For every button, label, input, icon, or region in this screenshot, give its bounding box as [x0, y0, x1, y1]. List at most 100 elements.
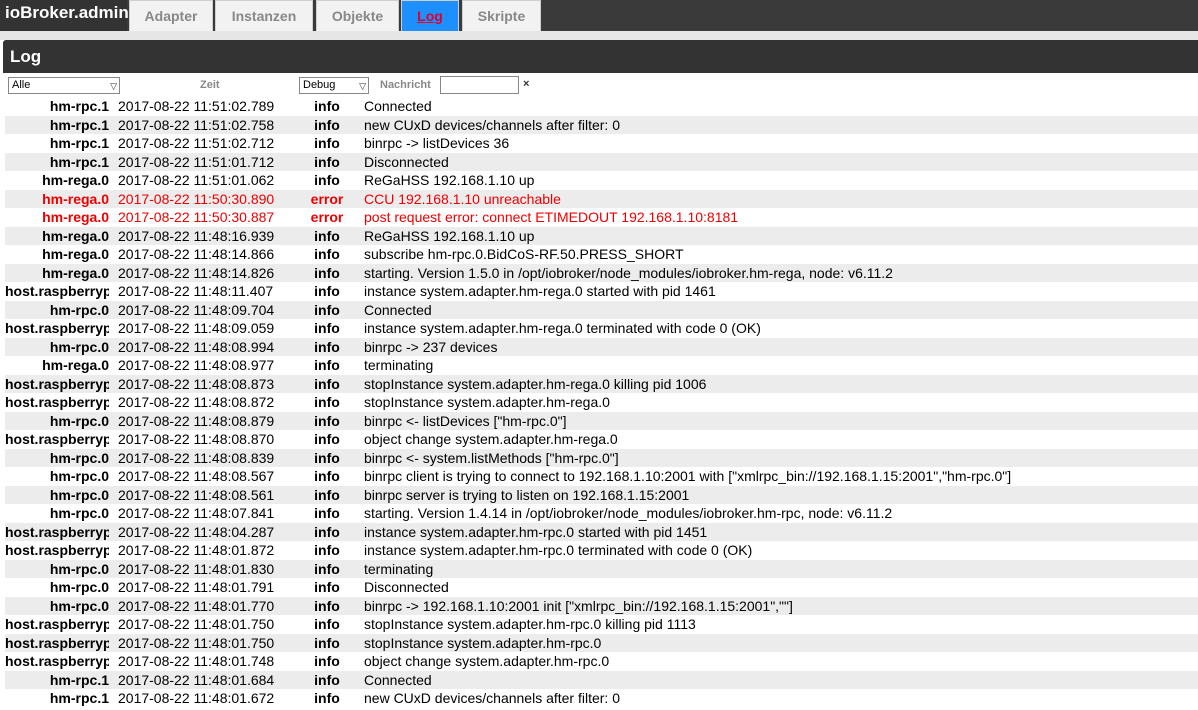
log-message: Connected [364, 671, 432, 688]
log-source: hm-rega.0 [42, 246, 109, 262]
log-row: host.raspberryp 2017-08-22 11:48:01.750 in… [5, 615, 1198, 634]
source-filter-value: Alle [12, 79, 31, 91]
tab-log[interactable]: Log [401, 0, 459, 31]
log-row: hm-rpc.0 2017-08-22 11:48:08.567 info binrp… [5, 467, 1198, 486]
log-source: hm-rpc.1 [49, 135, 109, 151]
log-message: binrpc client is trying to connect to 19… [364, 468, 1012, 484]
log-message: binrpc -> 192.168.1.10:2001 init ["xmlrp… [364, 597, 793, 614]
message-filter-input[interactable] [440, 76, 519, 94]
log-message: binrpc -> listDevices 36 [364, 135, 510, 151]
log-severity: info [314, 634, 340, 651]
log-time: 2017-08-22 11:48:01.791 [118, 579, 275, 595]
log-source: hm-rpc.0 [49, 412, 109, 429]
log-source: host.raspberryp [5, 653, 109, 669]
message-filter-label: Nachricht [380, 79, 431, 91]
log-row: hm-rpc.0 2017-08-22 11:48:01.770 info binrp… [5, 596, 1198, 615]
log-message: new CUxD devices/channels after filter: … [364, 690, 620, 706]
log-source: hm-rpc.0 [49, 338, 109, 355]
log-message: subscribe hm-rpc.0.BidCoS-RF.50.PRESS_SH… [364, 246, 684, 262]
log-time: 2017-08-22 11:48:08.870 [118, 431, 275, 447]
log-message: instance system.adapter.hm-rpc.0 started… [364, 523, 708, 540]
log-time: 2017-08-22 11:48:11.407 [118, 283, 274, 299]
log-time: 2017-08-22 11:51:01.062 [118, 172, 275, 188]
log-time: 2017-08-22 11:48:09.704 [118, 301, 275, 318]
log-row: host.raspberryp 2017-08-22 11:48:11.407 in… [5, 282, 1198, 301]
log-severity: info [314, 690, 340, 706]
log-message: instance system.adapter.hm-rega.0 termin… [364, 320, 761, 336]
log-source: hm-rpc.0 [49, 301, 109, 318]
tab-skripte[interactable]: Skripte [462, 0, 541, 31]
log-severity: info [314, 116, 340, 133]
log-source: host.raspberryp [5, 431, 109, 447]
log-time: 2017-08-22 11:48:08.994 [118, 338, 275, 355]
log-time: 2017-08-22 11:48:08.873 [118, 375, 275, 392]
log-source: hm-rpc.1 [49, 690, 109, 706]
tab-adapter[interactable]: Adapter [129, 0, 213, 31]
log-row: host.raspberryp 2017-08-22 11:48:08.870 in… [5, 430, 1198, 449]
log-source: host.raspberryp [5, 542, 109, 558]
log-row: host.raspberryp 2017-08-22 11:48:01.872 in… [5, 541, 1198, 560]
log-time: 2017-08-22 11:48:16.939 [118, 227, 275, 244]
log-row: hm-rpc.0 2017-08-22 11:48:08.839 info binrp… [5, 448, 1198, 467]
log-message: Connected [364, 301, 432, 318]
log-severity: info [314, 172, 340, 188]
log-time: 2017-08-22 11:51:02.712 [118, 135, 275, 151]
log-message: binrpc <- system.listMethods ["hm-rpc.0"… [364, 449, 619, 466]
log-time: 2017-08-22 11:48:07.841 [118, 505, 275, 521]
log-source: hm-rpc.1 [49, 671, 109, 688]
log-filter-row: Alle ▽ Zeit Debug ▽ Nachricht × [5, 73, 1198, 97]
log-row: host.raspberryp 2017-08-22 11:48:04.287 in… [5, 522, 1198, 541]
log-severity: info [314, 283, 340, 299]
log-severity: info [314, 227, 340, 244]
log-time: 2017-08-22 11:48:01.750 [118, 634, 275, 651]
log-source: hm-rpc.0 [49, 597, 109, 614]
log-severity: info [314, 505, 340, 521]
log-severity: info [314, 616, 340, 632]
log-row: hm-rega.0 2017-08-22 11:48:08.977 info term… [5, 356, 1198, 375]
log-source: host.raspberryp [5, 283, 109, 299]
log-time: 2017-08-22 11:51:02.758 [118, 116, 275, 133]
tab-objekte[interactable]: Objekte [316, 0, 399, 31]
log-time: 2017-08-22 11:48:01.770 [118, 597, 275, 614]
log-severity: info [314, 523, 340, 540]
log-time: 2017-08-22 11:48:01.830 [118, 560, 275, 577]
log-source: hm-rpc.0 [49, 486, 109, 503]
log-severity: info [314, 375, 340, 392]
chevron-down-icon: ▽ [359, 81, 366, 91]
log-message: terminating [364, 357, 434, 373]
log-source: hm-rega.0 [42, 264, 109, 281]
top-navigation-bar: ioBroker.admin Adapter Instanzen Objekte… [0, 0, 1198, 31]
log-row: hm-rpc.1 2017-08-22 11:51:02.758 info new C… [5, 115, 1198, 134]
log-message: object change system.adapter.hm-rpc.0 [364, 653, 610, 669]
tab-instanzen[interactable]: Instanzen [215, 0, 313, 31]
log-time: 2017-08-22 11:50:30.890 [118, 190, 275, 207]
log-row: host.raspberryp 2017-08-22 11:48:01.748 in… [5, 652, 1198, 671]
log-time: 2017-08-22 11:51:01.712 [118, 153, 275, 170]
log-severity: info [314, 542, 340, 558]
log-row: host.raspberryp 2017-08-22 11:48:08.873 in… [5, 374, 1198, 393]
log-time: 2017-08-22 11:48:08.839 [118, 449, 275, 466]
log-row: hm-rega.0 2017-08-22 11:48:16.939 info ReGa… [5, 226, 1198, 245]
log-severity: info [314, 394, 340, 410]
level-filter-select[interactable]: Debug ▽ [299, 77, 369, 94]
log-time: 2017-08-22 11:48:01.748 [118, 653, 275, 669]
log-source: host.raspberryp [5, 375, 109, 392]
log-severity: info [314, 338, 340, 355]
log-message: instance system.adapter.hm-rpc.0 termina… [364, 542, 753, 558]
log-message: Connected [364, 98, 432, 114]
chevron-down-icon: ▽ [110, 81, 117, 91]
log-source: host.raspberryp [5, 616, 109, 632]
log-severity: info [314, 412, 340, 429]
log-message: Disconnected [364, 579, 449, 595]
log-row: hm-rpc.0 2017-08-22 11:48:08.561 info binrp… [5, 485, 1198, 504]
log-time: 2017-08-22 11:51:02.789 [118, 98, 275, 114]
log-message: post request error: connect ETIMEDOUT 19… [364, 209, 739, 225]
log-message: stopInstance system.adapter.hm-rpc.0 [364, 634, 602, 651]
log-severity: error [310, 190, 344, 207]
clear-filter-icon[interactable]: × [523, 78, 529, 90]
log-message: ReGaHSS 192.168.1.10 up [364, 172, 535, 188]
log-row: hm-rega.0 2017-08-22 11:50:30.887 error pos… [5, 208, 1198, 227]
log-severity: info [314, 671, 340, 688]
source-filter-select[interactable]: Alle ▽ [8, 77, 120, 94]
log-row: hm-rpc.1 2017-08-22 11:48:01.684 info Conne… [5, 670, 1198, 689]
